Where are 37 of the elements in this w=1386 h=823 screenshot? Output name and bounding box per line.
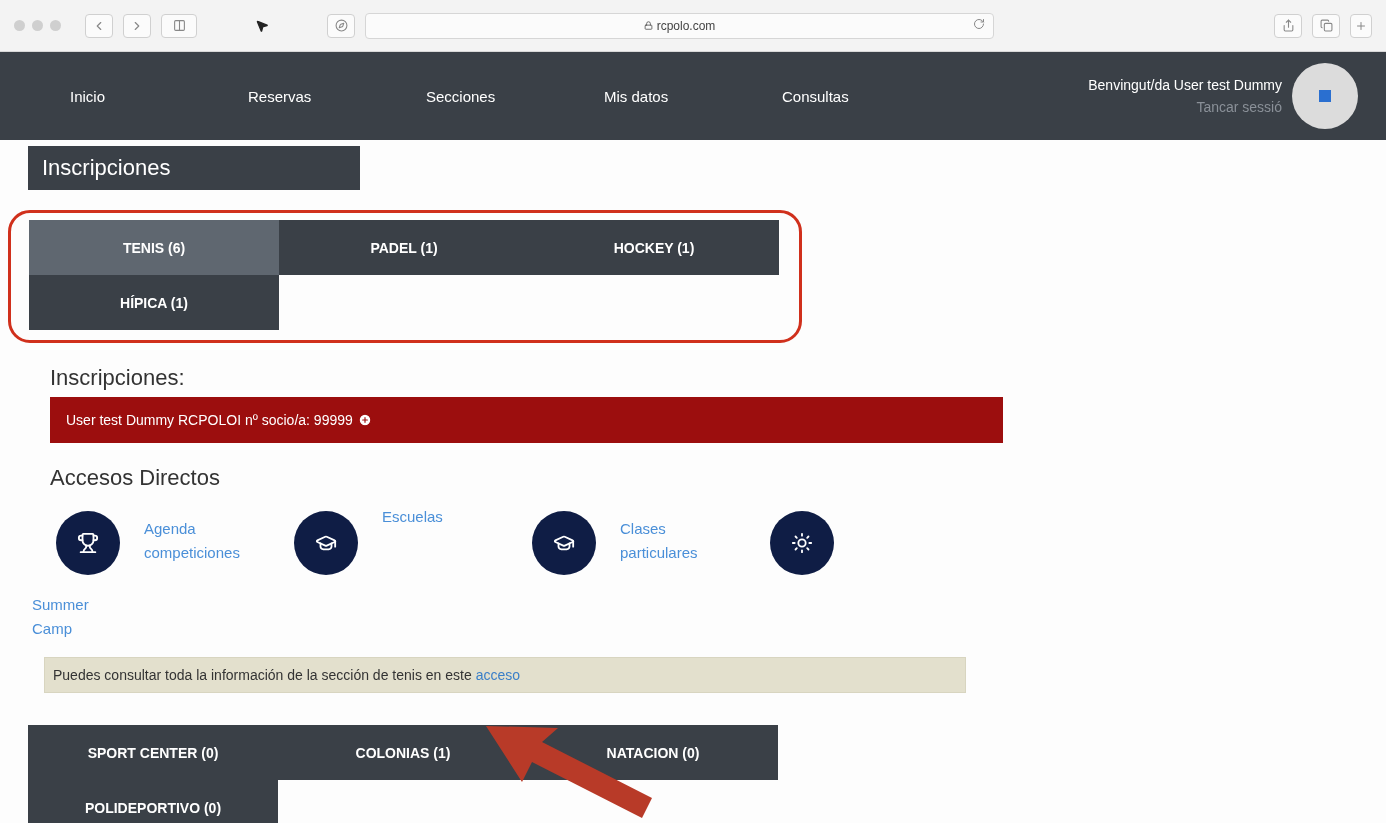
section-tab[interactable]: SPORT CENTER (0) — [28, 725, 278, 780]
tabs-button[interactable] — [1312, 13, 1340, 38]
welcome-text: Benvingut/da User test Dummy — [1088, 77, 1282, 93]
section-tab[interactable]: POLIDEPORTIVO (0) — [28, 780, 278, 823]
tabs-icon — [1319, 19, 1333, 32]
nav-link[interactable]: Reservas — [248, 87, 426, 105]
avatar-icon — [1319, 90, 1331, 102]
nav-link[interactable]: Secciones — [426, 87, 604, 105]
back-button[interactable] — [85, 13, 113, 38]
share-icon — [1281, 19, 1295, 32]
section-tab[interactable]: PADEL (1) — [279, 220, 529, 275]
page-title: Inscripciones — [28, 146, 360, 190]
section-tab[interactable]: HÍPICA (1) — [29, 275, 279, 330]
cursor-icon — [255, 18, 269, 33]
lock-icon — [643, 21, 653, 30]
sidebar-icon — [172, 19, 186, 32]
nav-link[interactable]: Consultas — [782, 87, 960, 105]
share-button[interactable] — [1274, 13, 1302, 38]
section-tab[interactable]: COLONIAS (1) — [278, 725, 528, 780]
compass-button[interactable] — [327, 13, 355, 38]
plus-icon — [1355, 19, 1367, 32]
address-field[interactable]: rcpolo.com — [365, 12, 994, 39]
member-bar[interactable]: User test Dummy RCPOLOI nº socio/a: 99999 — [50, 397, 1003, 443]
compass-icon — [334, 19, 348, 32]
info-text: Puedes consultar toda la información de la sección de tenis en este — [53, 667, 472, 683]
section-tab[interactable]: HOCKEY (1) — [529, 220, 779, 275]
nav-link[interactable]: Inicio — [70, 87, 248, 105]
reload-icon[interactable] — [973, 17, 985, 30]
member-text: User test Dummy RCPOLOI nº socio/a: 99999 — [66, 412, 353, 428]
section-title: Accesos Directos — [50, 465, 221, 491]
plus-icon[interactable] — [357, 413, 372, 427]
nav-link[interactable]: Mis datos — [604, 87, 782, 105]
sidebar-button[interactable] — [161, 13, 197, 38]
section-title: Inscripciones: — [50, 365, 186, 391]
section-tab[interactable]: TENIS (6) — [29, 220, 279, 275]
forward-button[interactable] — [123, 13, 151, 38]
new-tab-button[interactable] — [1350, 13, 1372, 38]
